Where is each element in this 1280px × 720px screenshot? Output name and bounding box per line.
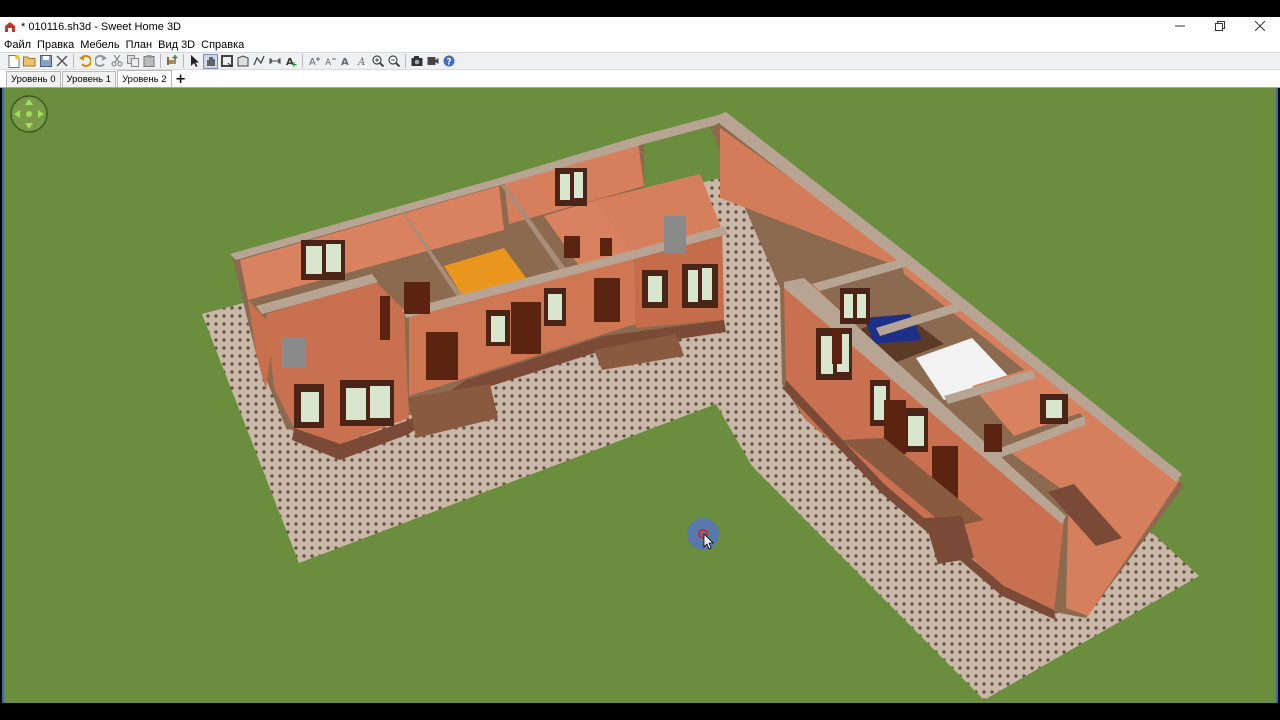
svg-text:A: A (325, 58, 332, 67)
letterbox-bottom (0, 703, 1280, 720)
create-rooms-icon[interactable] (235, 54, 250, 69)
open-icon[interactable] (22, 54, 37, 69)
close-button[interactable] (1240, 17, 1280, 37)
appliance-stove (282, 338, 306, 368)
3d-house-scene (202, 112, 1199, 700)
decrease-text-icon[interactable]: A (322, 54, 337, 69)
close-icon (1254, 20, 1266, 34)
create-walls-icon[interactable] (219, 54, 234, 69)
create-dimensions-icon[interactable] (267, 54, 282, 69)
redo-icon[interactable] (93, 54, 108, 69)
svg-text:A: A (309, 57, 316, 67)
svg-text:?: ? (446, 58, 451, 68)
create-video-icon[interactable] (425, 54, 440, 69)
copy-icon[interactable] (125, 54, 140, 69)
tab-level-1[interactable]: Уровень 1 (61, 71, 117, 87)
select-mode-icon[interactable] (187, 54, 202, 69)
menu-bar: Файл Правка Мебель План Вид 3D Справка (0, 37, 1280, 52)
restore-icon (1215, 20, 1225, 34)
create-labels-icon[interactable]: A (283, 54, 298, 69)
add-furniture-icon[interactable] (164, 54, 179, 69)
cut-tool-icon[interactable] (54, 54, 69, 69)
menu-help[interactable]: Справка (198, 39, 247, 51)
paste-icon[interactable] (141, 54, 156, 69)
minimize-button[interactable] (1160, 17, 1200, 37)
menu-plan[interactable]: План (123, 39, 156, 51)
create-polylines-icon[interactable] (251, 54, 266, 69)
menu-furniture[interactable]: Мебель (77, 39, 122, 51)
title-bar: * 010116.sh3d - Sweet Home 3D (0, 17, 1280, 37)
increase-text-icon[interactable]: A (306, 54, 321, 69)
minimize-icon (1175, 20, 1185, 34)
save-icon[interactable] (38, 54, 53, 69)
undo-icon[interactable] (77, 54, 92, 69)
bold-text-icon[interactable]: A (338, 54, 353, 69)
pan-mode-icon[interactable] (203, 53, 218, 69)
menu-3d-view[interactable]: Вид 3D (155, 39, 198, 51)
menu-edit[interactable]: Правка (34, 39, 77, 51)
menu-file[interactable]: Файл (1, 39, 34, 51)
toolbar: A A A A A ? (0, 52, 1280, 70)
sweet-home-3d-icon (3, 20, 17, 34)
add-level-button[interactable]: + (173, 72, 189, 87)
create-photo-icon[interactable] (409, 54, 424, 69)
window-title: * 010116.sh3d - Sweet Home 3D (21, 21, 181, 33)
svg-text:A: A (341, 57, 349, 67)
italic-text-icon[interactable]: A (354, 54, 369, 69)
svg-text:A: A (286, 57, 294, 67)
zoom-in-icon[interactable] (370, 54, 385, 69)
zoom-out-icon[interactable] (386, 54, 401, 69)
view-3d[interactable] (2, 88, 1278, 703)
tab-level-2[interactable]: Уровень 2 (117, 70, 172, 87)
tab-level-0[interactable]: Уровень 0 (6, 71, 61, 87)
letterbox-top (0, 0, 1280, 17)
svg-text:A: A (357, 57, 365, 67)
new-home-icon[interactable] (6, 54, 21, 69)
help-icon[interactable]: ? (441, 54, 456, 69)
navigation-arrows-icon[interactable] (9, 94, 49, 137)
appliance-boiler (664, 216, 686, 254)
cut-icon[interactable] (109, 54, 124, 69)
cursor-icon (685, 515, 725, 558)
levels-tabs: Уровень 0 Уровень 1 Уровень 2 + (0, 70, 1280, 88)
restore-button[interactable] (1200, 17, 1240, 37)
